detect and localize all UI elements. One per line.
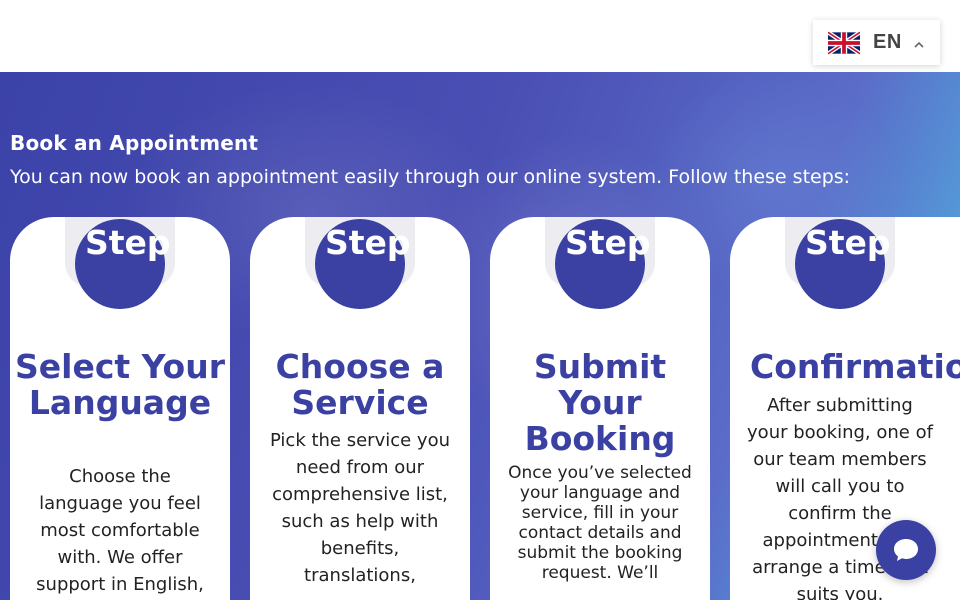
section-subtitle: You can now book an appointment easily t… — [10, 166, 851, 188]
chat-bubble-icon — [894, 539, 918, 561]
step-card-2: Step 2 Choose a Service Pick the service… — [250, 217, 470, 600]
step-card-3: Step 3 Submit Your Booking Once you’ve s… — [490, 217, 710, 600]
step-title: Choose a Service — [275, 347, 445, 422]
language-switcher[interactable]: EN — [813, 20, 940, 65]
uk-flag-icon — [828, 30, 860, 55]
step-description: Once you’ve selected your language and s… — [508, 463, 692, 583]
step-label: Step 4 — [805, 223, 925, 262]
step-label: Step 2 — [325, 223, 445, 262]
section-title: Book an Appointment — [10, 131, 259, 155]
language-code: EN — [873, 31, 902, 53]
step-card-1: Step 1 Select Your Language Choose the l… — [10, 217, 230, 600]
chevron-up-icon — [913, 36, 925, 48]
step-title: Confirmation — [750, 349, 960, 385]
step-label: Step 1 — [85, 223, 205, 262]
step-title: Select Your Language — [15, 347, 225, 422]
chat-widget-button[interactable] — [876, 520, 936, 580]
step-label: Step 3 — [565, 223, 685, 262]
step-description: Pick the service you need from our compr… — [269, 430, 451, 586]
step-description: Choose the language you feel most comfor… — [36, 466, 204, 595]
step-title: Submit Your Booking — [524, 347, 676, 458]
